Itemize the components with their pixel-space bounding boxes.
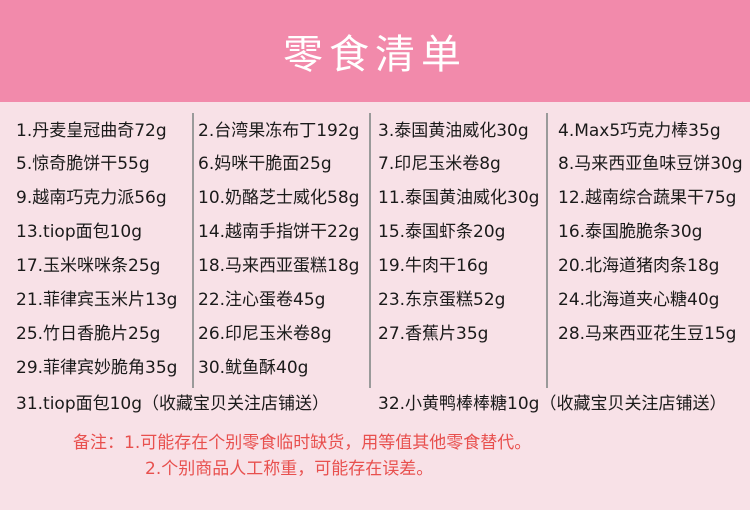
snack-item: 13.tiop面包10g — [16, 222, 143, 242]
snack-item: 25.竹日香脆片25g — [16, 324, 161, 344]
column-divider — [369, 113, 371, 388]
snack-item: 17.玉米咪咪条25g — [16, 256, 161, 276]
snack-item: 8.马来西亚鱼味豆饼30g — [558, 154, 743, 174]
snack-item: 30.鱿鱼酥40g — [198, 358, 309, 378]
snack-item: 6.妈咪干脆面25g — [198, 154, 332, 174]
snack-item: 26.印尼玉米卷8g — [198, 324, 332, 344]
page-title: 零食清单 — [283, 32, 467, 78]
column-divider — [192, 113, 194, 388]
snack-item: 28.马来西亚花生豆15g — [558, 324, 737, 344]
snack-item: 11.泰国黄油威化30g — [378, 188, 540, 208]
snack-item: 20.北海道猪肉条18g — [558, 256, 720, 276]
snack-item: 14.越南手指饼干22g — [198, 222, 360, 242]
snack-item: 3.泰国黄油威化30g — [378, 121, 529, 141]
snack-item: 23.东京蛋糕52g — [378, 290, 506, 310]
snack-item: 21.菲律宾玉米片13g — [16, 290, 178, 310]
snack-item: 10.奶酪芝士威化58g — [198, 188, 360, 208]
snack-item: 12.越南综合蔬果干75g — [558, 188, 737, 208]
snack-item: 19.牛肉干16g — [378, 256, 489, 276]
snack-item: 24.北海道夹心糖40g — [558, 290, 720, 310]
snack-item: 27.香蕉片35g — [378, 324, 489, 344]
bonus-item: 32.小黄鸭棒棒糖10g（收藏宝贝关注店铺送） — [378, 394, 727, 414]
snack-item: 18.马来西亚蛋糕18g — [198, 256, 360, 276]
snack-item: 9.越南巧克力派56g — [16, 188, 167, 208]
snack-item: 7.印尼玉米卷8g — [378, 154, 501, 174]
snack-item: 4.Max5巧克力棒35g — [558, 121, 721, 141]
snack-item: 2.台湾果冻布丁192g — [198, 121, 360, 141]
snack-item: 15.泰国虾条20g — [378, 222, 506, 242]
snack-item: 16.泰国脆脆条30g — [558, 222, 703, 242]
column-divider — [546, 113, 548, 388]
snack-item: 1.丹麦皇冠曲奇72g — [16, 121, 167, 141]
snack-item: 22.注心蛋卷45g — [198, 290, 326, 310]
bonus-item: 31.tiop面包10g（收藏宝贝关注店铺送） — [16, 394, 330, 414]
snack-item: 29.菲律宾妙脆角35g — [16, 358, 178, 378]
note-line: 备注：1.可能存在个别零食临时缺货，用等值其他零食替代。 — [73, 433, 532, 453]
snack-item: 5.惊奇脆饼干55g — [16, 154, 150, 174]
note-line: 2.个别商品人工称重，可能存在误差。 — [145, 459, 434, 479]
